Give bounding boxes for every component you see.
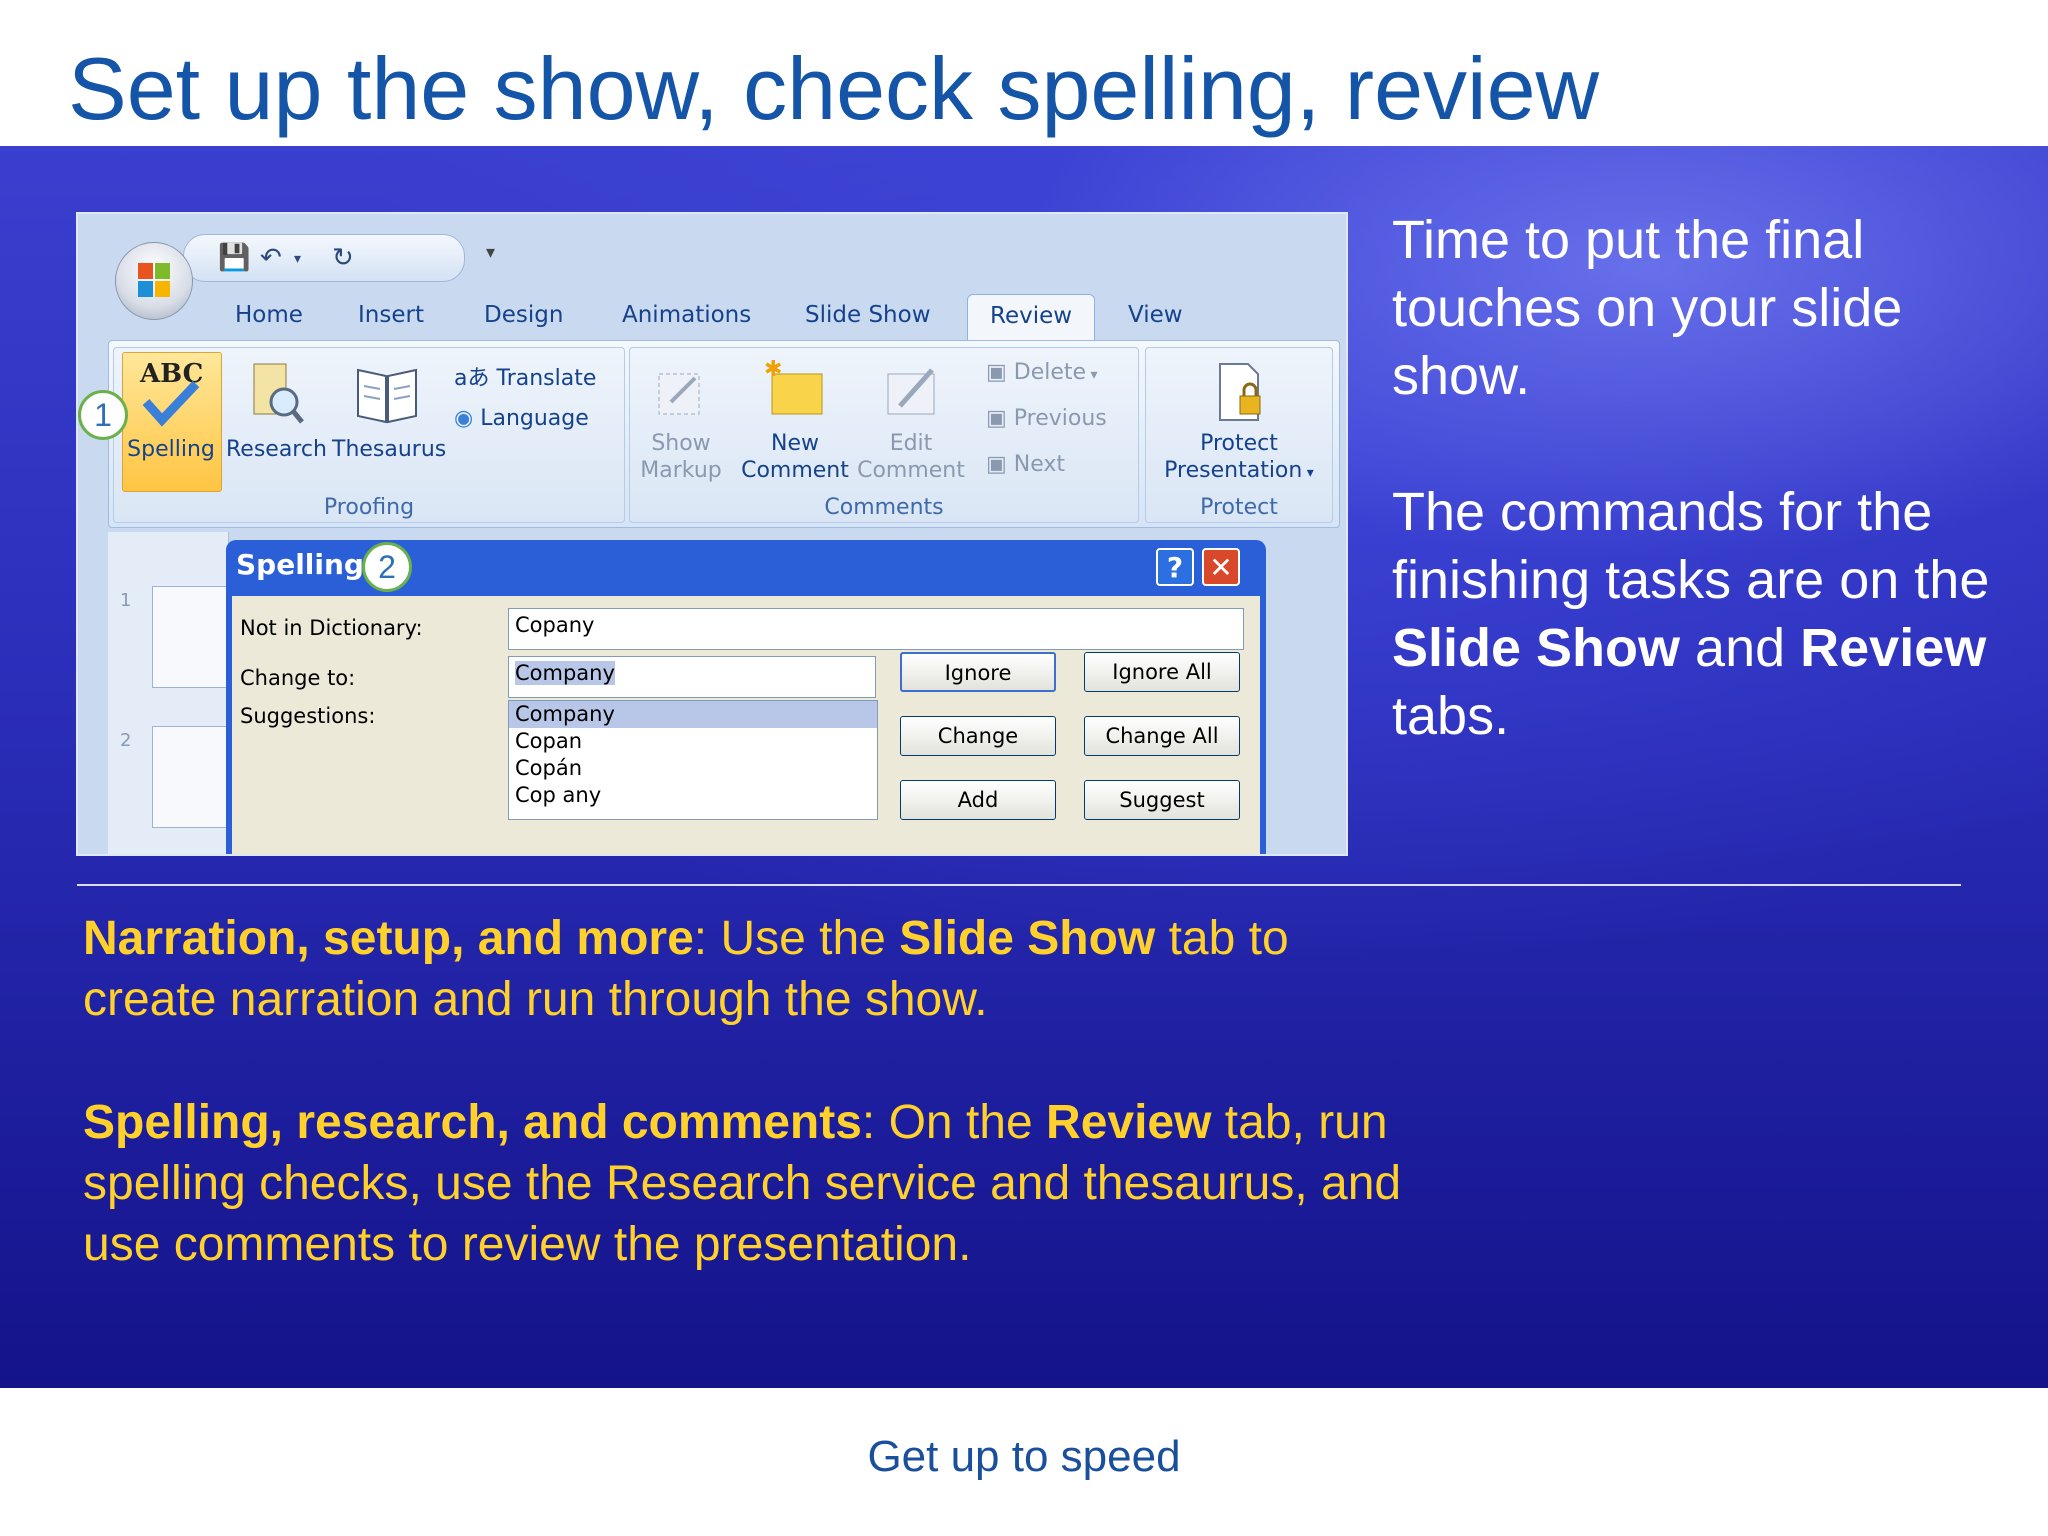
tab-insert[interactable]: Insert	[358, 302, 424, 328]
research-icon	[226, 356, 326, 436]
change-all-button[interactable]: Change All	[1084, 716, 1240, 756]
next-comment-icon: ▣	[986, 452, 1014, 477]
footer-text: Get up to speed	[867, 1432, 1181, 1481]
slide-thumbnail[interactable]	[152, 586, 234, 688]
not-in-dictionary-field[interactable]: Copany	[508, 608, 1244, 650]
dialog-body: Not in Dictionary: Copany Change to: Com…	[232, 596, 1260, 854]
protect-group-label: Protect	[1200, 495, 1278, 520]
bullet-spelling: Spelling, research, and comments: On the…	[83, 1096, 1402, 1271]
protect-document-icon	[1150, 356, 1328, 430]
language-button[interactable]: ◉ Language	[454, 406, 589, 431]
delete-button[interactable]: ▣ Delete ▾	[986, 360, 1098, 385]
close-button[interactable]: ✕	[1202, 548, 1240, 586]
edit-comment-button[interactable]: Edit Comment	[856, 356, 966, 484]
not-in-dictionary-label: Not in Dictionary:	[240, 616, 423, 640]
list-item[interactable]: Copan	[509, 728, 877, 755]
protect-group: Protect Presentation ▾ Protect	[1145, 347, 1333, 523]
tab-animations[interactable]: Animations	[622, 302, 751, 328]
new-comment-icon: ✱	[740, 356, 850, 430]
ribbon-tabs: Home Insert Design Animations Slide Show…	[78, 294, 1346, 340]
customize-toolbar-icon[interactable]: ▾	[486, 242, 495, 263]
slide-thumbnail[interactable]	[152, 726, 234, 828]
slide-number: 1	[120, 590, 132, 611]
spelling-dialog: Spelling 2 ? ✕ Not in Dictionary: Copany…	[226, 540, 1266, 854]
ignore-all-button[interactable]: Ignore All	[1084, 652, 1240, 692]
slides-pane: 1 2	[108, 532, 234, 854]
proofing-group: ABC Spelling Research Thesaurus aあ Trans…	[113, 347, 625, 523]
comments-group: Show Markup ✱ New Comment Edit Comment ▣…	[629, 347, 1139, 523]
ribbon: ABC Spelling Research Thesaurus aあ Trans…	[108, 340, 1340, 528]
protect-dropdown-icon: ▾	[1302, 465, 1314, 481]
slide-title: Set up the show, check spelling, review	[68, 39, 1600, 138]
new-comment-button[interactable]: ✱ New Comment	[740, 356, 850, 484]
redo-icon[interactable]: ↻	[332, 243, 354, 273]
previous-button[interactable]: ▣ Previous	[986, 406, 1107, 431]
change-to-label: Change to:	[240, 666, 356, 690]
previous-comment-icon: ▣	[986, 406, 1014, 431]
suggestions-list[interactable]: Company Copan Copán Cop any	[508, 700, 878, 820]
globe-icon: ◉	[454, 406, 481, 431]
commands-paragraph: The commands for the finishing tasks are…	[1392, 482, 1990, 746]
ppt-screenshot: 💾 ↶ ▾ ↻ ▾ Home Insert Design Animations …	[76, 212, 1348, 856]
translate-button[interactable]: aあ Translate	[454, 360, 596, 392]
list-item[interactable]: Cop any	[509, 782, 877, 809]
dialog-title: Spelling	[236, 548, 364, 581]
callout-2: 2	[362, 542, 412, 592]
comments-group-label: Comments	[824, 495, 944, 520]
suggest-button[interactable]: Suggest	[1084, 780, 1240, 820]
save-icon[interactable]: 💾	[218, 243, 250, 273]
suggestions-label: Suggestions:	[240, 704, 376, 728]
book-icon	[332, 356, 442, 436]
tab-design[interactable]: Design	[484, 302, 563, 328]
edit-comment-icon	[856, 356, 966, 430]
tab-home[interactable]: Home	[235, 302, 303, 328]
intro-paragraph: Time to put the final touches on your sl…	[1392, 210, 1903, 406]
quick-access-toolbar: 💾 ↶ ▾ ↻	[183, 234, 465, 282]
tab-view[interactable]: View	[1128, 302, 1183, 328]
research-button[interactable]: Research	[226, 356, 327, 463]
slide-number: 2	[120, 730, 132, 751]
thesaurus-button[interactable]: Thesaurus	[332, 356, 446, 463]
tab-review[interactable]: Review	[967, 294, 1096, 340]
undo-dropdown-icon[interactable]: ▾	[294, 251, 301, 267]
divider	[77, 884, 1961, 886]
list-item[interactable]: Copán	[509, 755, 877, 782]
show-markup-icon	[636, 356, 726, 430]
undo-icon[interactable]: ↶	[260, 243, 282, 273]
add-button[interactable]: Add	[900, 780, 1056, 820]
svg-text:✱: ✱	[764, 357, 782, 382]
proofing-group-label: Proofing	[323, 495, 415, 520]
change-button[interactable]: Change	[900, 716, 1056, 756]
abc-check-icon: ABC	[122, 356, 220, 436]
ignore-button[interactable]: Ignore	[900, 652, 1056, 692]
change-to-field[interactable]: Company	[508, 656, 876, 698]
translate-icon: aあ	[454, 366, 497, 391]
delete-dropdown-icon: ▾	[1086, 367, 1098, 383]
protect-presentation-button[interactable]: Protect Presentation ▾	[1150, 356, 1328, 487]
help-button[interactable]: ?	[1156, 548, 1194, 586]
tab-slide-show[interactable]: Slide Show	[805, 302, 931, 328]
delete-comment-icon: ▣	[986, 360, 1014, 385]
callout-1: 1	[78, 390, 128, 440]
next-button[interactable]: ▣ Next	[986, 452, 1065, 477]
show-markup-button[interactable]: Show Markup	[636, 356, 726, 484]
spelling-button[interactable]: ABC Spelling	[122, 356, 220, 463]
bullet-narration: Narration, setup, and more: Use the Slid…	[83, 912, 1289, 1026]
list-item[interactable]: Company	[509, 701, 877, 728]
